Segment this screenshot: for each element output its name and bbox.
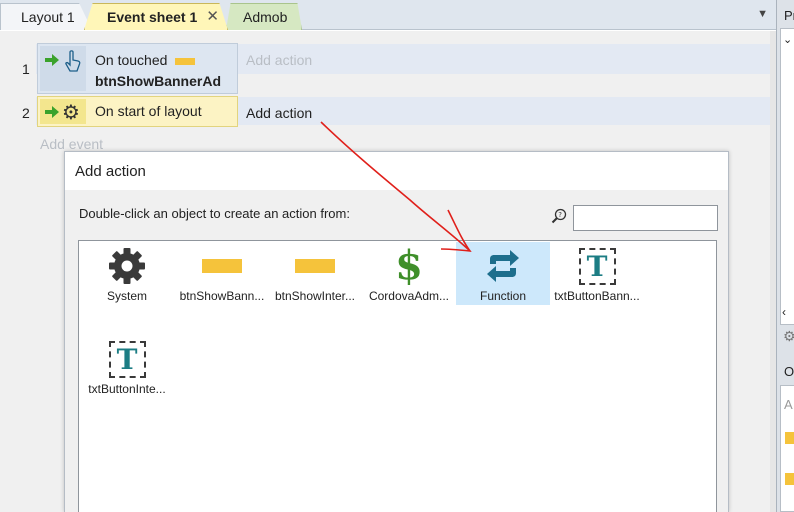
condition-name: On start of layout bbox=[95, 103, 202, 119]
gear-icon: ⚙ bbox=[62, 102, 80, 124]
tab-label: Admob bbox=[243, 9, 288, 25]
chevron-down-icon[interactable]: ⌄ bbox=[783, 33, 792, 46]
condition-name: On touched bbox=[95, 52, 168, 68]
condition-icon-box: ⚙ bbox=[40, 99, 86, 124]
gear-icon[interactable]: ⚙ bbox=[783, 328, 794, 345]
object-item-btnshowbannerad[interactable]: btnShowBann... bbox=[175, 242, 269, 305]
properties-panel: Pr ⌄ ‹ ⚙ O A bbox=[776, 0, 794, 512]
condition-object: btnShowBannerAd bbox=[95, 73, 221, 89]
tab-label: Layout 1 bbox=[21, 9, 75, 25]
event-number: 2 bbox=[22, 105, 30, 121]
object-item-function[interactable]: Function bbox=[456, 242, 550, 305]
object-label: System bbox=[106, 289, 147, 303]
event-number: 1 bbox=[22, 61, 30, 77]
search-icon: ? bbox=[551, 208, 567, 224]
dialog-title: Add action bbox=[65, 152, 728, 190]
object-label: CordovaAdm... bbox=[368, 289, 450, 303]
object-item-cordovaadmob[interactable]: $ CordovaAdm... bbox=[362, 242, 456, 305]
chevron-left-icon[interactable]: ‹ bbox=[782, 305, 786, 319]
sprite-yellow-icon bbox=[175, 57, 196, 65]
object-item-btnshowinterstitial[interactable]: btnShowInter... bbox=[268, 242, 362, 305]
svg-text:?: ? bbox=[558, 211, 562, 219]
object-label: txtButtonInte... bbox=[88, 382, 166, 396]
object-list: System btnShowBann... btnShowInter... $ … bbox=[78, 240, 717, 512]
tab-event-sheet-1[interactable]: Event sheet 1 ✕ bbox=[84, 3, 228, 30]
dropdown-triangle-icon[interactable]: ▼ bbox=[757, 8, 768, 20]
tab-label: Event sheet 1 bbox=[107, 9, 198, 25]
condition-text: On touched btnShowBannerAd bbox=[95, 50, 221, 92]
add-action-dialog: Add action Double-click an object to cre… bbox=[64, 151, 729, 512]
add-action-link[interactable]: Add action bbox=[246, 52, 312, 68]
text-object-icon: T bbox=[577, 246, 617, 286]
dialog-body: Double-click an object to create an acti… bbox=[65, 190, 728, 512]
event-condition-block[interactable]: ⚙ On start of layout bbox=[37, 96, 238, 127]
panel-title: O bbox=[784, 364, 794, 379]
sprite-yellow-icon bbox=[295, 246, 335, 286]
sprite-yellow-icon bbox=[202, 246, 242, 286]
object-label: Function bbox=[479, 289, 527, 303]
text-object-icon: T bbox=[107, 339, 147, 379]
gear-icon bbox=[107, 246, 147, 286]
event-condition-block[interactable]: On touched btnShowBannerAd bbox=[37, 43, 238, 94]
dialog-prompt: Double-click an object to create an acti… bbox=[79, 206, 350, 221]
close-icon[interactable]: ✕ bbox=[206, 7, 219, 25]
tab-admob[interactable]: Admob bbox=[226, 3, 302, 30]
tab-bar: Layout 1 Admob Event sheet 1 ✕ ▼ bbox=[0, 0, 776, 30]
object-item-txtbuttoninterstitial[interactable]: T txtButtonInte... bbox=[80, 335, 174, 398]
tab-layout-1[interactable]: Layout 1 bbox=[0, 3, 92, 30]
touch-hand-icon bbox=[65, 50, 81, 72]
dollar-icon: $ bbox=[395, 242, 423, 289]
properties-box bbox=[780, 28, 794, 325]
green-arrow-icon bbox=[45, 106, 59, 118]
add-event-link[interactable]: Add event bbox=[40, 136, 103, 152]
search-input[interactable] bbox=[573, 205, 718, 231]
object-label: txtButtonBann... bbox=[554, 289, 640, 303]
function-arrows-icon bbox=[483, 246, 523, 286]
object-item-system[interactable]: System bbox=[80, 242, 174, 305]
condition-icon-box bbox=[40, 46, 86, 91]
object-item-txtbuttonbanner[interactable]: T txtButtonBann... bbox=[550, 242, 644, 305]
green-arrow-icon bbox=[45, 54, 59, 66]
sprite-yellow-icon[interactable] bbox=[785, 432, 794, 444]
object-label: btnShowInter... bbox=[274, 289, 356, 303]
sprite-yellow-icon[interactable] bbox=[785, 473, 794, 485]
panel-title: Pr bbox=[784, 8, 794, 23]
add-action-link[interactable]: Add action bbox=[246, 105, 312, 121]
panel-item-label: A bbox=[784, 397, 793, 412]
object-label: btnShowBann... bbox=[179, 289, 265, 303]
